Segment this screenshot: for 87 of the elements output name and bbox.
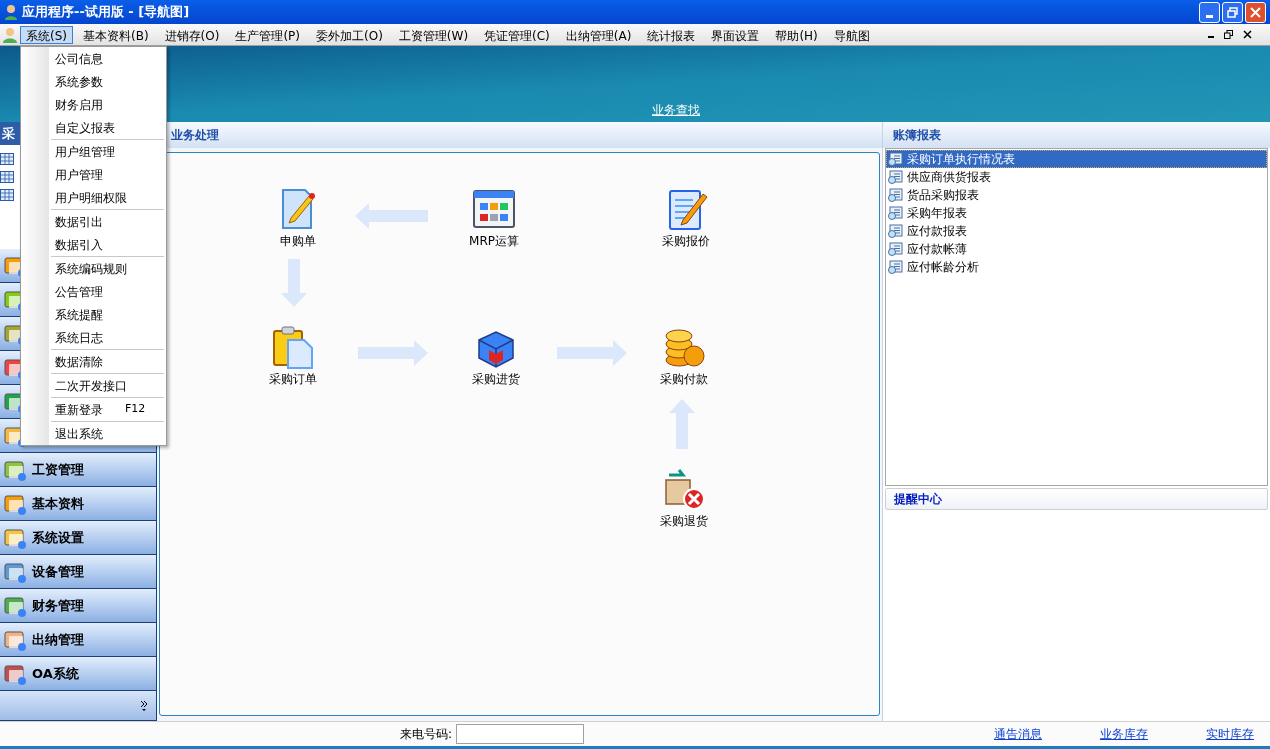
module-button[interactable]: 基本资料 — [0, 487, 156, 521]
dropdown-item[interactable]: 用户管理 — [51, 163, 164, 186]
dropdown-item[interactable]: 财务启用 — [51, 93, 164, 116]
module-button[interactable]: 工资管理 — [0, 453, 156, 487]
workflow-node[interactable]: 采购进货 — [460, 324, 532, 388]
dropdown-item[interactable]: 自定义报表 — [51, 116, 164, 139]
menu-item[interactable]: 出纳管理(A) — [559, 25, 638, 44]
menu-item[interactable]: 基本资料(B) — [77, 25, 155, 44]
user-icon — [4, 4, 18, 20]
phone-field[interactable] — [456, 724, 585, 744]
section-title: 账簿报表 — [893, 127, 941, 144]
menu-item[interactable]: 统计报表 — [641, 25, 702, 44]
dropdown-item[interactable]: 系统参数 — [51, 70, 164, 93]
dropdown-item[interactable]: 系统日志 — [51, 326, 164, 349]
menu-item[interactable]: 系统(S) — [20, 25, 73, 44]
dropdown-item[interactable]: 数据清除 — [51, 350, 164, 373]
report-item[interactable]: 供应商供货报表 — [886, 168, 1267, 186]
section-title: 业务处理 — [171, 127, 219, 144]
dropdown-item[interactable]: 用户组管理 — [51, 140, 164, 163]
module-button[interactable]: 财务管理 — [0, 589, 156, 623]
restore-icon[interactable] — [1224, 30, 1233, 39]
restore-icon — [1227, 6, 1238, 18]
status-link[interactable]: 通告消息 — [994, 725, 1042, 743]
table-icon[interactable] — [0, 171, 14, 183]
menu-item[interactable]: 凭证管理(C) — [478, 25, 556, 44]
report-item[interactable]: 应付帐龄分析 — [886, 258, 1267, 276]
menu-item[interactable]: 帮助(H) — [769, 25, 824, 44]
workflow-node[interactable]: 采购付款 — [648, 324, 720, 388]
report-item[interactable]: 采购订单执行情况表 — [886, 150, 1267, 168]
report-icon — [887, 169, 903, 185]
dropdown-item[interactable]: 用户明细权限 — [51, 186, 164, 209]
section-title: 提醒中心 — [894, 491, 942, 508]
dropdown-item[interactable]: 系统提醒 — [51, 303, 164, 326]
workflow-node[interactable]: 采购退货 — [648, 466, 720, 530]
dropdown-item[interactable]: 公告管理 — [51, 280, 164, 303]
module-button[interactable]: 系统设置 — [0, 521, 156, 555]
dropdown-item[interactable]: 数据引出 — [51, 210, 164, 233]
report-icon — [887, 259, 903, 275]
dropdown-item[interactable]: 退出系统 — [51, 422, 164, 445]
report-item[interactable]: 应付款帐薄 — [886, 240, 1267, 258]
menu-item[interactable]: 进销存(O) — [158, 25, 226, 44]
report-item[interactable]: 应付款报表 — [886, 222, 1267, 240]
flow-arrow — [358, 340, 428, 366]
workflow-node[interactable]: MRP运算 — [458, 186, 530, 250]
module-button[interactable]: 出纳管理 — [0, 623, 156, 657]
report-icon — [887, 187, 903, 203]
status-link[interactable]: 业务库存 — [1100, 725, 1148, 743]
close-icon[interactable] — [1243, 30, 1252, 39]
report-icon — [887, 241, 903, 257]
report-icon — [887, 223, 903, 239]
chevron-icon[interactable] — [140, 699, 148, 712]
window-title: 应用程序--试用版 - [导航图] — [22, 3, 190, 22]
workflow-node[interactable]: 采购报价 — [650, 186, 722, 250]
module-button[interactable]: OA系统 — [0, 657, 156, 691]
clipboard-icon — [270, 324, 316, 370]
close-button[interactable] — [1245, 1, 1266, 23]
menu-item[interactable]: 界面设置 — [705, 25, 766, 44]
workflow-node[interactable]: 采购订单 — [257, 324, 329, 388]
flow-arrow — [281, 259, 307, 307]
phone-label: 来电号码: — [400, 726, 453, 743]
menu-item[interactable]: 委外加工(O) — [310, 25, 389, 44]
report-item[interactable]: 货品采购报表 — [886, 186, 1267, 204]
minimize-button[interactable] — [1199, 1, 1220, 23]
dropdown-item[interactable]: 数据引入 — [51, 233, 164, 256]
report-icon — [887, 205, 903, 221]
dropdown-item[interactable]: 二次开发接口 — [51, 374, 164, 397]
table-icon[interactable] — [0, 189, 14, 201]
menu-item[interactable]: 生产管理(P) — [229, 25, 306, 44]
close-icon — [1250, 6, 1261, 18]
dropdown-item[interactable]: 重新登录 F12 — [51, 398, 164, 421]
report-icon — [887, 151, 903, 167]
module-button[interactable]: 设备管理 — [0, 555, 156, 589]
status-link[interactable]: 实时库存 — [1206, 725, 1254, 743]
flow-arrow — [669, 399, 695, 449]
workflow-node[interactable]: 申购单 — [262, 186, 334, 250]
report-item[interactable]: 采购年报表 — [886, 204, 1267, 222]
user-icon — [2, 26, 18, 43]
dropdown-item[interactable]: 系统编码规则 — [51, 257, 164, 280]
search-link[interactable]: 业务查找 — [652, 101, 700, 119]
restore-button[interactable] — [1222, 1, 1243, 23]
flow-arrow — [557, 340, 627, 366]
sidebar-title: 采 — [2, 124, 15, 143]
dropdown-item[interactable]: 公司信息 — [51, 47, 164, 70]
table-icon[interactable] — [0, 153, 14, 165]
menu-item[interactable]: 工资管理(W) — [392, 25, 475, 44]
minimize-icon — [1206, 14, 1213, 18]
menu-item[interactable]: 导航图 — [827, 25, 876, 44]
